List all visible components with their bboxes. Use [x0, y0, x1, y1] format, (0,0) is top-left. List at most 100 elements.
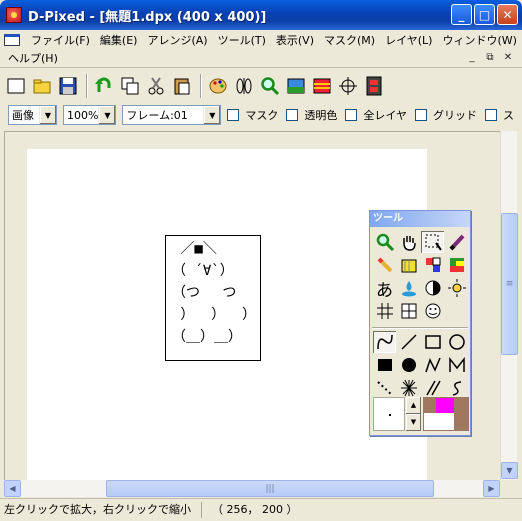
vertical-scrollbar[interactable]: ≡ ▼ — [500, 131, 518, 480]
filled-rectangle-tool[interactable] — [373, 354, 396, 376]
copy-layer-button[interactable] — [118, 74, 142, 98]
contrast-tool[interactable] — [421, 277, 444, 299]
pencil-tool[interactable] — [373, 254, 396, 276]
menu-file[interactable]: ファイル(F) — [26, 32, 95, 48]
magnifier-tool[interactable] — [373, 231, 396, 253]
all-layers-checkbox[interactable]: 全レイヤ — [345, 107, 407, 123]
pixel-image[interactable]: ／■＼ （ ´∀`） （つ つ ） ） ） （＿）＿） — [165, 235, 261, 361]
color-palette-button[interactable] — [206, 74, 230, 98]
mask-checkbox[interactable]: マスク — [227, 107, 278, 123]
tile-tool[interactable] — [397, 300, 420, 322]
cut-icon — [148, 76, 164, 94]
brush-size-preview — [373, 397, 405, 431]
zoom-icon — [376, 233, 394, 251]
grid-tool[interactable] — [373, 300, 396, 322]
new-file-button[interactable] — [4, 74, 28, 98]
menu-bar: ファイル(F) 編集(E) アレンジ(A) ツール(T) 表示(V) マスク(M… — [0, 30, 522, 68]
secondary-color-swatch[interactable] — [424, 413, 454, 430]
dotted-line-tool[interactable] — [373, 377, 396, 399]
close-button[interactable]: ✕ — [497, 4, 518, 25]
document-icon[interactable] — [4, 33, 20, 46]
chevron-down-icon[interactable]: ▼ — [38, 106, 56, 124]
vertical-scroll-thumb[interactable]: ≡ — [501, 213, 518, 355]
hand-tool[interactable] — [397, 231, 420, 253]
layer-button[interactable] — [310, 74, 334, 98]
horizontal-scroll-thumb[interactable]: ||| — [106, 480, 434, 497]
brush-tool[interactable] — [445, 231, 468, 253]
color-area: ▲ ▼ — [373, 397, 469, 433]
brush-icon — [449, 234, 464, 251]
chevron-down-icon[interactable]: ▼ — [98, 106, 116, 124]
transparent-color-checkbox[interactable]: 透明色 — [286, 107, 337, 123]
face-tool[interactable] — [421, 300, 444, 322]
tool-palette[interactable]: ツール あ ▲ ▼ — [369, 210, 471, 436]
app-icon[interactable] — [6, 7, 22, 23]
mdi-minimize-button[interactable]: _ — [464, 50, 480, 65]
menu-mask[interactable]: マスク(M) — [319, 32, 380, 48]
undo-icon — [95, 77, 111, 92]
chevron-right-icon: ▶ — [488, 484, 495, 493]
menu-view[interactable]: 表示(V) — [271, 32, 319, 48]
brush-size-down-button[interactable]: ▼ — [406, 414, 421, 431]
mode-select[interactable]: 画像 ▼ — [8, 105, 57, 125]
frame-select[interactable]: フレーム:01 ▼ — [122, 105, 222, 125]
extra-checkbox[interactable]: ス — [485, 107, 514, 123]
parallel-lines-icon — [425, 380, 441, 396]
scroll-left-button[interactable]: ◀ — [4, 480, 21, 497]
ellipse-tool[interactable] — [445, 331, 468, 353]
frame-value: フレーム:01 — [126, 109, 188, 122]
radial-line-tool[interactable] — [397, 377, 420, 399]
brightness-tool[interactable] — [445, 277, 468, 299]
palette-title[interactable]: ツール — [370, 211, 470, 227]
image-button[interactable] — [284, 74, 308, 98]
flip-button[interactable] — [232, 74, 256, 98]
zigzag-icon — [448, 356, 465, 372]
paste-button[interactable] — [170, 74, 194, 98]
freehand-line-tool[interactable] — [373, 331, 396, 353]
filled-ellipse-tool[interactable] — [397, 354, 420, 376]
menu-arrange[interactable]: アレンジ(A) — [142, 32, 212, 48]
maximize-button[interactable]: □ — [474, 4, 495, 25]
grid-checkbox[interactable]: グリッド — [415, 107, 477, 123]
title-bar[interactable]: D-Pixed - [無題1.dpx (400 x 400)] _ □ ✕ — [0, 0, 522, 30]
horizontal-scrollbar[interactable]: ◀ ||| ▶ — [4, 480, 500, 497]
fill-tool[interactable] — [397, 277, 420, 299]
menu-layer[interactable]: レイヤ(L) — [380, 32, 437, 48]
pattern-fill-tool[interactable] — [397, 254, 420, 276]
chevron-left-icon: ◀ — [9, 484, 16, 493]
parallel-line-tool[interactable] — [421, 377, 444, 399]
zoom-button[interactable] — [258, 74, 282, 98]
brush-size-stepper[interactable]: ▲ ▼ — [406, 397, 421, 431]
minimize-button[interactable]: _ — [451, 4, 472, 25]
bezier-tool[interactable] — [445, 377, 468, 399]
open-button[interactable] — [30, 74, 54, 98]
polyline-tool[interactable] — [421, 354, 444, 376]
cut-button[interactable] — [144, 74, 168, 98]
polyline2-tool[interactable] — [445, 354, 468, 376]
menu-edit[interactable]: 編集(E) — [95, 32, 143, 48]
menu-tool[interactable]: ツール(T) — [213, 32, 271, 48]
scroll-right-button[interactable]: ▶ — [483, 480, 500, 497]
foreground-color-swatch[interactable] — [436, 398, 454, 413]
drawing-canvas[interactable]: ／■＼ （ ´∀`） （つ つ ） ） ） （＿）＿） — [27, 149, 427, 480]
animation-button[interactable] — [362, 74, 386, 98]
menu-help[interactable]: ヘルプ(H) — [8, 50, 63, 66]
zoom-select[interactable]: 100% ▼ — [62, 105, 117, 125]
mdi-close-button[interactable]: ✕ — [500, 50, 516, 65]
line-tool[interactable] — [397, 331, 420, 353]
menu-window[interactable]: ウィンドウ(W) — [437, 32, 521, 48]
brush-size-up-button[interactable]: ▲ — [406, 397, 421, 414]
chevron-down-icon[interactable]: ▼ — [203, 106, 221, 124]
rectangle-tool[interactable] — [421, 331, 444, 353]
text-tool[interactable]: あ — [373, 277, 396, 301]
crosshair-button[interactable] — [336, 74, 360, 98]
gradient-tool[interactable] — [445, 254, 468, 276]
save-button[interactable] — [56, 74, 80, 98]
color-swatches[interactable] — [423, 397, 469, 431]
hand-icon — [402, 236, 416, 251]
scroll-down-button[interactable]: ▼ — [501, 462, 518, 479]
mdi-restore-button[interactable]: ⧉ — [482, 50, 498, 65]
undo-button[interactable] — [92, 74, 116, 98]
rect-select-tool[interactable] — [421, 231, 444, 253]
stamp-tool[interactable] — [421, 254, 444, 276]
